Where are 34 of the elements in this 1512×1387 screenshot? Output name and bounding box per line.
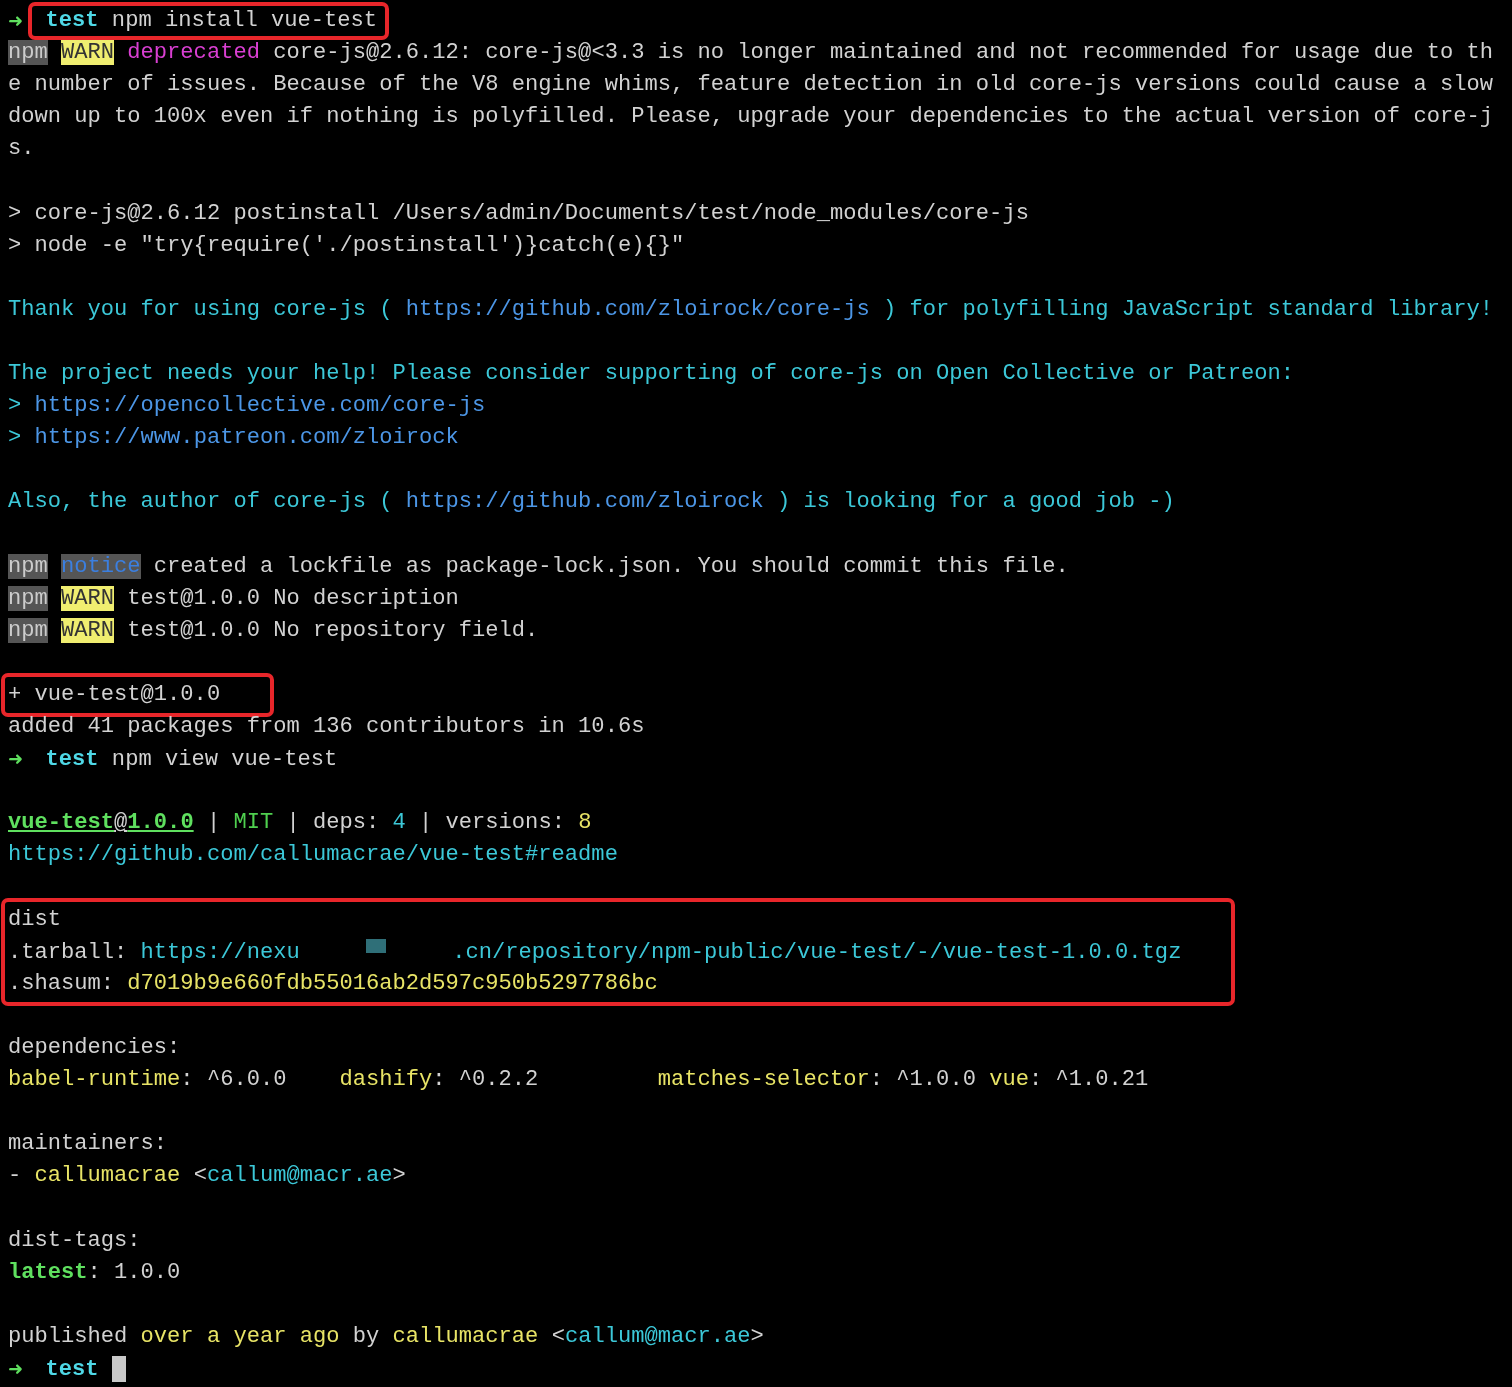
terminal-line: Thank you for using core-js ( https://github.com/zloirock/core-js ) for polyfilling JavaScript standard library! xyxy=(8,295,1493,324)
terminal-line: vue-test@1.0.0 | MIT | deps: 4 | versions: 8 xyxy=(8,809,592,838)
terminal-line: > https://opencollective.com/core-js xyxy=(8,392,486,421)
terminal-line: npm notice created a lockfile as package-lock.json. You should commit this file. xyxy=(8,552,1069,581)
terminal-line: - callumacrae <callum@macr.ae> xyxy=(8,1162,406,1191)
command-line: test npm view vue-test xyxy=(45,747,338,773)
command-line: test npm install vue-test xyxy=(45,8,378,33)
terminal-line: > core-js@2.6.12 postinstall /Users/admin/Documents/test/node_modules/core-js xyxy=(8,199,1029,228)
terminal-line: dependencies: xyxy=(8,1034,181,1062)
terminal-line: maintainers: xyxy=(8,1130,168,1159)
terminal-line: The project needs your help! Please consider supporting of core-js on Open Collective or Patreon: xyxy=(8,360,1295,389)
terminal-line: npm WARN test@1.0.0 No repository field. xyxy=(8,616,539,645)
terminal-line: added 41 packages from 136 contributors in 10.6s xyxy=(8,713,645,742)
terminal-line: dist xyxy=(8,905,62,934)
prompt-symbol: ➜ xyxy=(8,747,25,772)
command-line: test xyxy=(45,1356,126,1382)
terminal-line: > https://www.patreon.com/zloirock xyxy=(8,424,459,453)
terminal-line: + vue-test@1.0.0 xyxy=(8,680,221,709)
terminal-line: dist-tags: xyxy=(8,1226,141,1255)
terminal-line: Also, the author of core-js ( https://github.com/zloirock ) is looking for a good job -) xyxy=(8,488,1175,517)
terminal-line: npm WARN deprecated core-js@2.6.12: core-js@<3.3 is no longer maintained and not recommended for usage due to th xyxy=(8,39,1493,68)
terminal-line: https://github.com/callumacrae/vue-test#readme xyxy=(8,841,618,870)
prompt-symbol: ➜ xyxy=(8,1356,25,1381)
terminal-line: .shasum: d7019b9e660fdb55016ab2d597c950b5297786bc xyxy=(8,969,658,998)
terminal-line: .tarball: https://nexu .cn/repository/npm-public/vue-test/-/vue-test-1.0.0.tgz xyxy=(8,937,1182,967)
terminal-line: s. xyxy=(8,135,35,164)
terminal-line: npm WARN test@1.0.0 No description xyxy=(8,584,459,613)
terminal-line: down up to 100x even if nothing is polyfilled. Please, upgrade your dependencies to the actual version of core-j xyxy=(8,103,1493,132)
prompt-symbol: ➜ xyxy=(8,9,25,33)
terminal-line: e number of issues. Because of the V8 engine whims, feature detection in old core-js versions could cause a slow xyxy=(8,71,1493,100)
terminal-line: > node -e "try{require('./postinstall')}catch(e){}" xyxy=(8,231,685,260)
terminal-line: published over a year ago by callumacrae <callum@macr.ae> xyxy=(8,1322,764,1351)
terminal-line: babel-runtime: ^6.0.0 dashify: ^0.2.2 matches-selector: ^1.0.0 vue: ^1.0.21 xyxy=(8,1066,1149,1095)
terminal-line: latest: 1.0.0 xyxy=(8,1258,181,1287)
